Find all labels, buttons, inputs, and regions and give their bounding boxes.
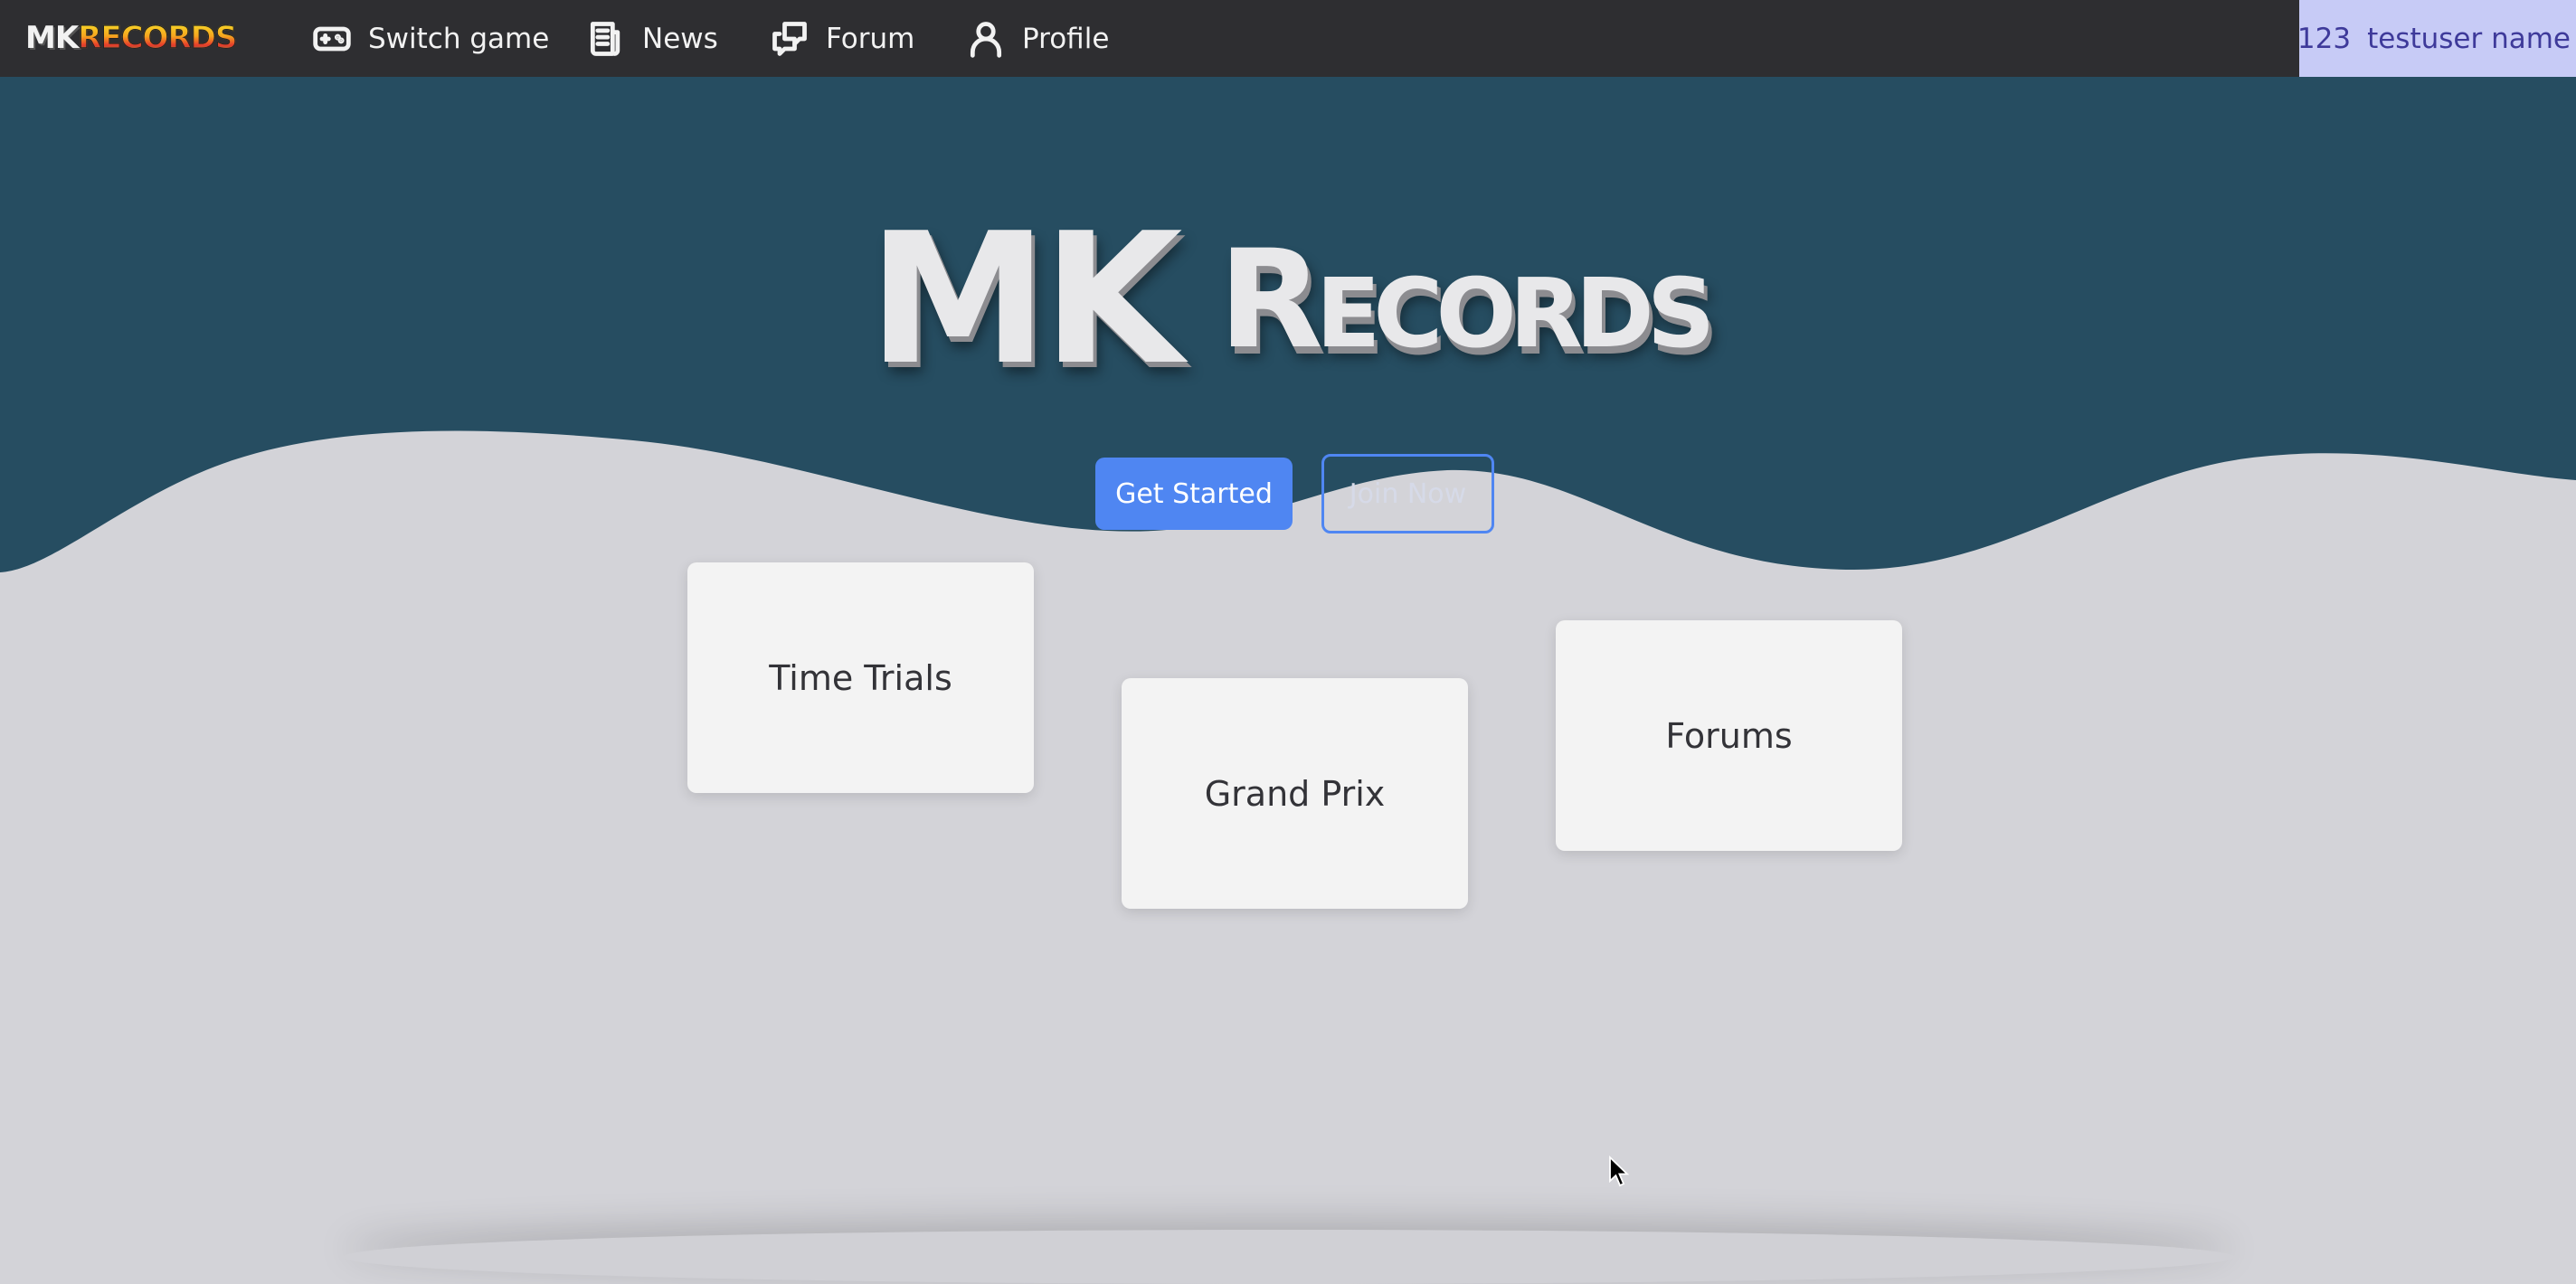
join-now-button[interactable]: Join Now: [1321, 454, 1494, 533]
nav-profile-label: Profile: [1022, 22, 1110, 55]
nav-forum[interactable]: Forum: [770, 0, 914, 77]
hero-section: MK Records Get Started Join Now: [0, 77, 2576, 583]
nav-profile[interactable]: Profile: [966, 0, 1109, 77]
user-name: testuser name: [2367, 22, 2571, 55]
hero-title-logo: MK Records: [0, 194, 2576, 405]
mouse-cursor-icon: [1609, 1156, 1630, 1187]
get-started-button[interactable]: Get Started: [1095, 458, 1293, 530]
logo-records: RECORDS: [78, 20, 238, 57]
site-logo[interactable]: MK RECORDS: [25, 16, 238, 60]
nav-forum-label: Forum: [826, 22, 915, 55]
user-icon: [970, 21, 1002, 58]
nav-switch-game-label: Switch game: [368, 22, 550, 55]
logo-mk: MK: [25, 20, 79, 56]
card-forums[interactable]: Forums: [1556, 620, 1902, 851]
card-forums-label: Forums: [1665, 715, 1793, 756]
user-account-badge[interactable]: 123 testuser name: [2297, 0, 2576, 77]
chat-bubbles-icon: [772, 21, 807, 56]
gamepad-icon: [313, 26, 351, 51]
nav-news-label: News: [642, 22, 718, 55]
card-time-trials[interactable]: Time Trials: [687, 562, 1034, 793]
hero-title-records: Records: [1218, 221, 1715, 379]
user-id: 123: [2297, 22, 2352, 55]
footer-edge: [344, 1230, 2234, 1284]
nav-switch-game[interactable]: Switch game: [312, 0, 549, 77]
hero-title-mk: MK: [867, 194, 1183, 405]
nav-news[interactable]: News: [586, 0, 718, 77]
card-grand-prix[interactable]: Grand Prix: [1122, 678, 1468, 909]
card-time-trials-label: Time Trials: [769, 657, 952, 698]
top-navbar: MK RECORDS Switch game News Forum Profil…: [0, 0, 2576, 77]
newspaper-icon: [590, 21, 620, 56]
card-grand-prix-label: Grand Prix: [1204, 773, 1386, 814]
